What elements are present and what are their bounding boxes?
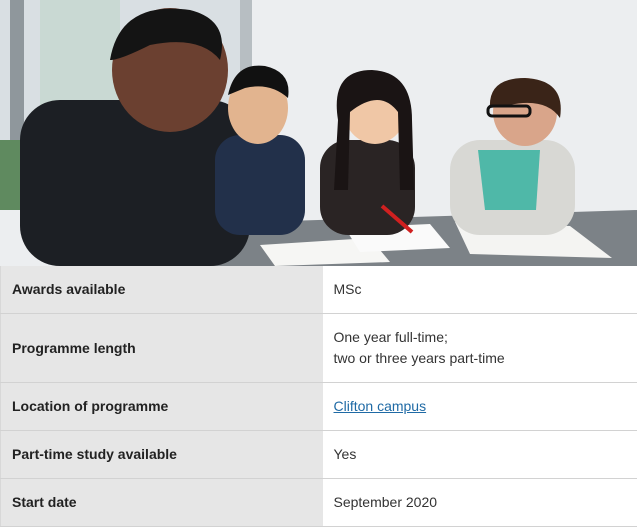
table-row: Part-time study available Yes <box>1 431 637 479</box>
row-value: Yes <box>323 431 637 479</box>
row-value: One year full-time; two or three years p… <box>323 314 637 383</box>
row-value: September 2020 <box>323 479 637 527</box>
student-right-shirt <box>478 150 540 210</box>
row-label: Start date <box>1 479 323 527</box>
table-row: Start date September 2020 <box>1 479 637 527</box>
row-label: Awards available <box>1 266 323 314</box>
row-value: MSc <box>323 266 637 314</box>
value-line: MSc <box>334 279 627 300</box>
value-line: two or three years part-time <box>334 348 627 369</box>
table-row: Location of programme Clifton campus <box>1 383 637 431</box>
programme-info-table: Awards available MSc Programme length On… <box>0 266 637 527</box>
row-label: Location of programme <box>1 383 323 431</box>
table-row: Awards available MSc <box>1 266 637 314</box>
row-value: Clifton campus <box>323 383 637 431</box>
value-line: September 2020 <box>334 492 627 513</box>
row-label: Programme length <box>1 314 323 383</box>
students-illustration <box>0 0 637 266</box>
table-row: Programme length One year full-time; two… <box>1 314 637 383</box>
student-two-body <box>215 135 305 235</box>
clifton-campus-link[interactable]: Clifton campus <box>334 398 427 414</box>
value-line: One year full-time; <box>334 327 627 348</box>
value-line: Yes <box>334 444 627 465</box>
row-label: Part-time study available <box>1 431 323 479</box>
hero-photo <box>0 0 637 266</box>
